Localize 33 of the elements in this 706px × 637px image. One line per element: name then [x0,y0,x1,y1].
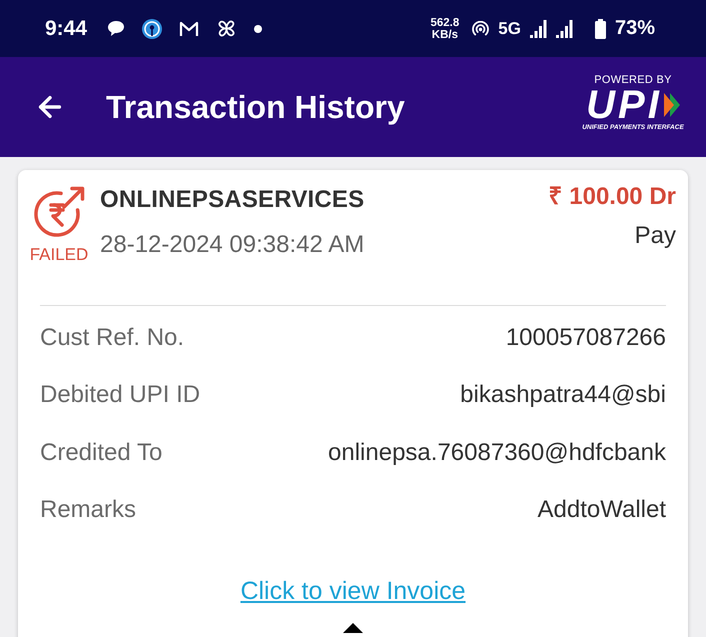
status-time: 9:44 [45,16,88,40]
dot-icon [254,24,262,32]
status-label: FAILED [30,245,88,265]
detail-label: Cust Ref. No. [40,324,184,352]
battery-percent: 73% [614,17,655,40]
chat-bubble-icon [107,20,126,37]
detail-value: AddtoWallet [537,496,666,524]
transaction-datetime: 28-12-2024 09:38:42 AM [100,230,364,260]
detail-value: onlinepsa.76087360@hdfcbank [328,438,666,467]
payee-name: ONLINEPSASERVICES [100,185,364,215]
detail-label: Remarks [40,496,136,524]
detail-label: Debited UPI ID [40,381,200,410]
logo-wordmark: UPI [586,87,662,123]
speed-unit: KB/s [432,28,458,40]
caret-up-icon[interactable] [343,623,363,633]
network-speed: 562.8 [430,16,460,28]
amount: ₹ 100.00 Dr [548,183,676,211]
powered-by-text: POWERED BY [594,74,672,87]
detail-label: Credited To [40,438,162,467]
keyhole-circle-icon [142,18,162,38]
battery-icon [594,18,606,38]
page-title: Transaction History [106,88,406,126]
mail-icon [179,20,200,36]
detail-value: bikashpatra44@sbi [460,381,666,410]
detail-value: 100057087266 [506,324,666,352]
invoice-link[interactable]: Click to view Invoice [240,576,466,606]
signal-icon [530,20,547,38]
signal-icon [556,20,573,38]
transaction-type: Pay [634,222,676,250]
chevron-icon [664,91,680,119]
hotspot-icon [472,20,490,36]
network-type: 5G [498,18,521,38]
pinwheel-icon [216,18,238,39]
